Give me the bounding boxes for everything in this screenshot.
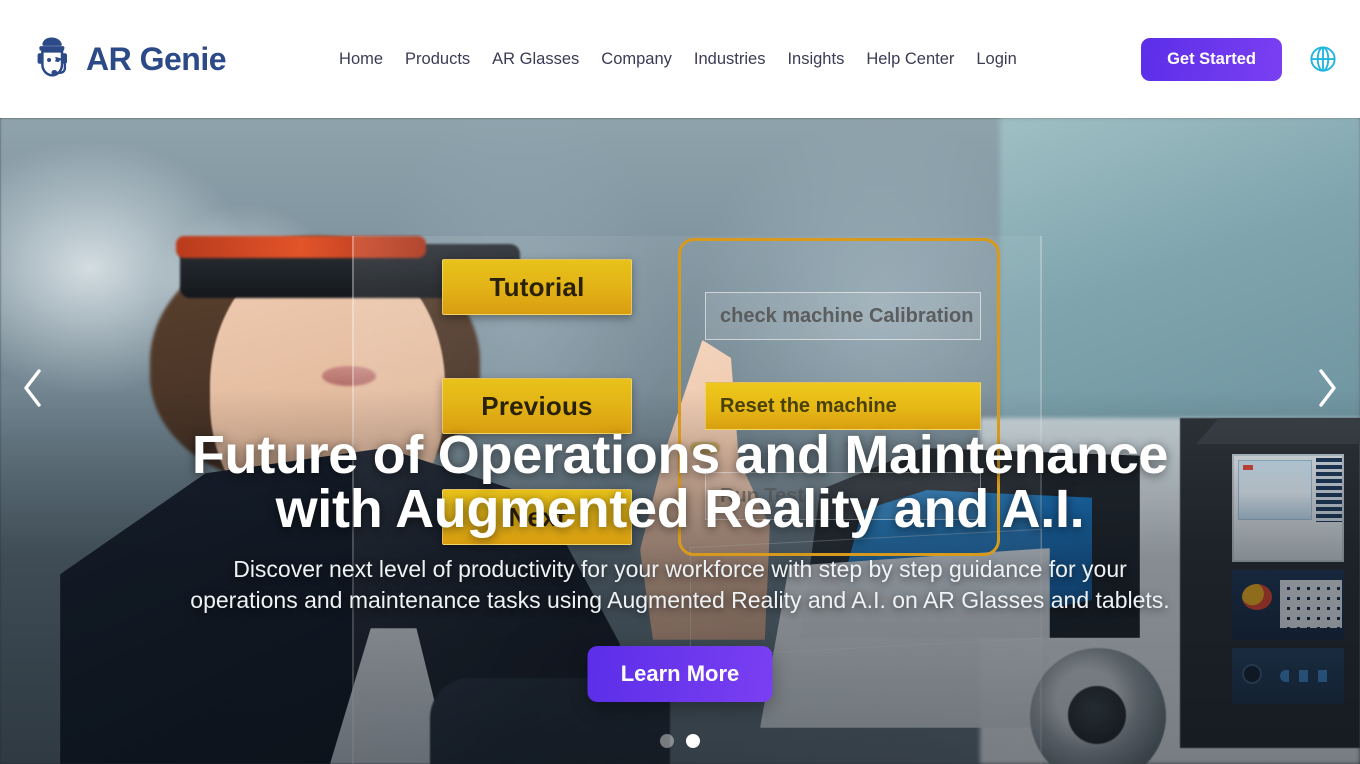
ar-overlay-button-previous[interactable]: Previous — [442, 378, 632, 434]
hero-carousel: Tutorial Previous Next check machine Cal… — [0, 118, 1360, 764]
nav-item-company[interactable]: Company — [601, 50, 672, 69]
ar-task-item-reset-machine[interactable]: Reset the machine — [705, 382, 981, 430]
carousel-pagination — [660, 734, 700, 748]
site-header: AR Genie Home Products AR Glasses Compan… — [0, 0, 1360, 118]
genie-headset-avatar-icon — [37, 37, 68, 77]
carousel-next-button[interactable] — [1304, 359, 1350, 417]
nav-item-home[interactable]: Home — [339, 50, 383, 69]
nav-item-help-center[interactable]: Help Center — [866, 50, 954, 69]
nav-item-products[interactable]: Products — [405, 50, 470, 69]
ar-task-panel: check machine Calibration Reset the mach… — [678, 238, 1000, 556]
brand-logo[interactable]: AR Genie — [26, 36, 227, 82]
learn-more-button[interactable]: Learn More — [587, 646, 773, 702]
carousel-dot-1[interactable] — [660, 734, 674, 748]
ar-overlay-button-next[interactable]: Next — [442, 489, 632, 545]
main-navigation: Home Products AR Glasses Company Industr… — [339, 50, 1017, 69]
language-switcher-button[interactable] — [1306, 42, 1340, 76]
get-started-button[interactable]: Get Started — [1141, 37, 1282, 81]
nav-item-industries[interactable]: Industries — [694, 50, 766, 69]
nav-item-insights[interactable]: Insights — [787, 50, 844, 69]
nav-item-ar-glasses[interactable]: AR Glasses — [492, 50, 579, 69]
chevron-right-icon — [1319, 369, 1336, 407]
ar-overlay-button-tutorial[interactable]: Tutorial — [442, 259, 632, 315]
ar-task-item-check-calibration[interactable]: check machine Calibration — [705, 292, 981, 340]
brand-name: AR Genie — [86, 40, 227, 77]
globe-icon — [1310, 46, 1336, 72]
ar-task-item-run-test[interactable]: Run Test — [705, 472, 981, 520]
nav-item-login[interactable]: Login — [976, 50, 1016, 69]
carousel-dot-2[interactable] — [686, 734, 700, 748]
carousel-prev-button[interactable] — [10, 359, 56, 417]
chevron-left-icon — [24, 369, 41, 407]
header-actions: Get Started — [1141, 0, 1340, 118]
